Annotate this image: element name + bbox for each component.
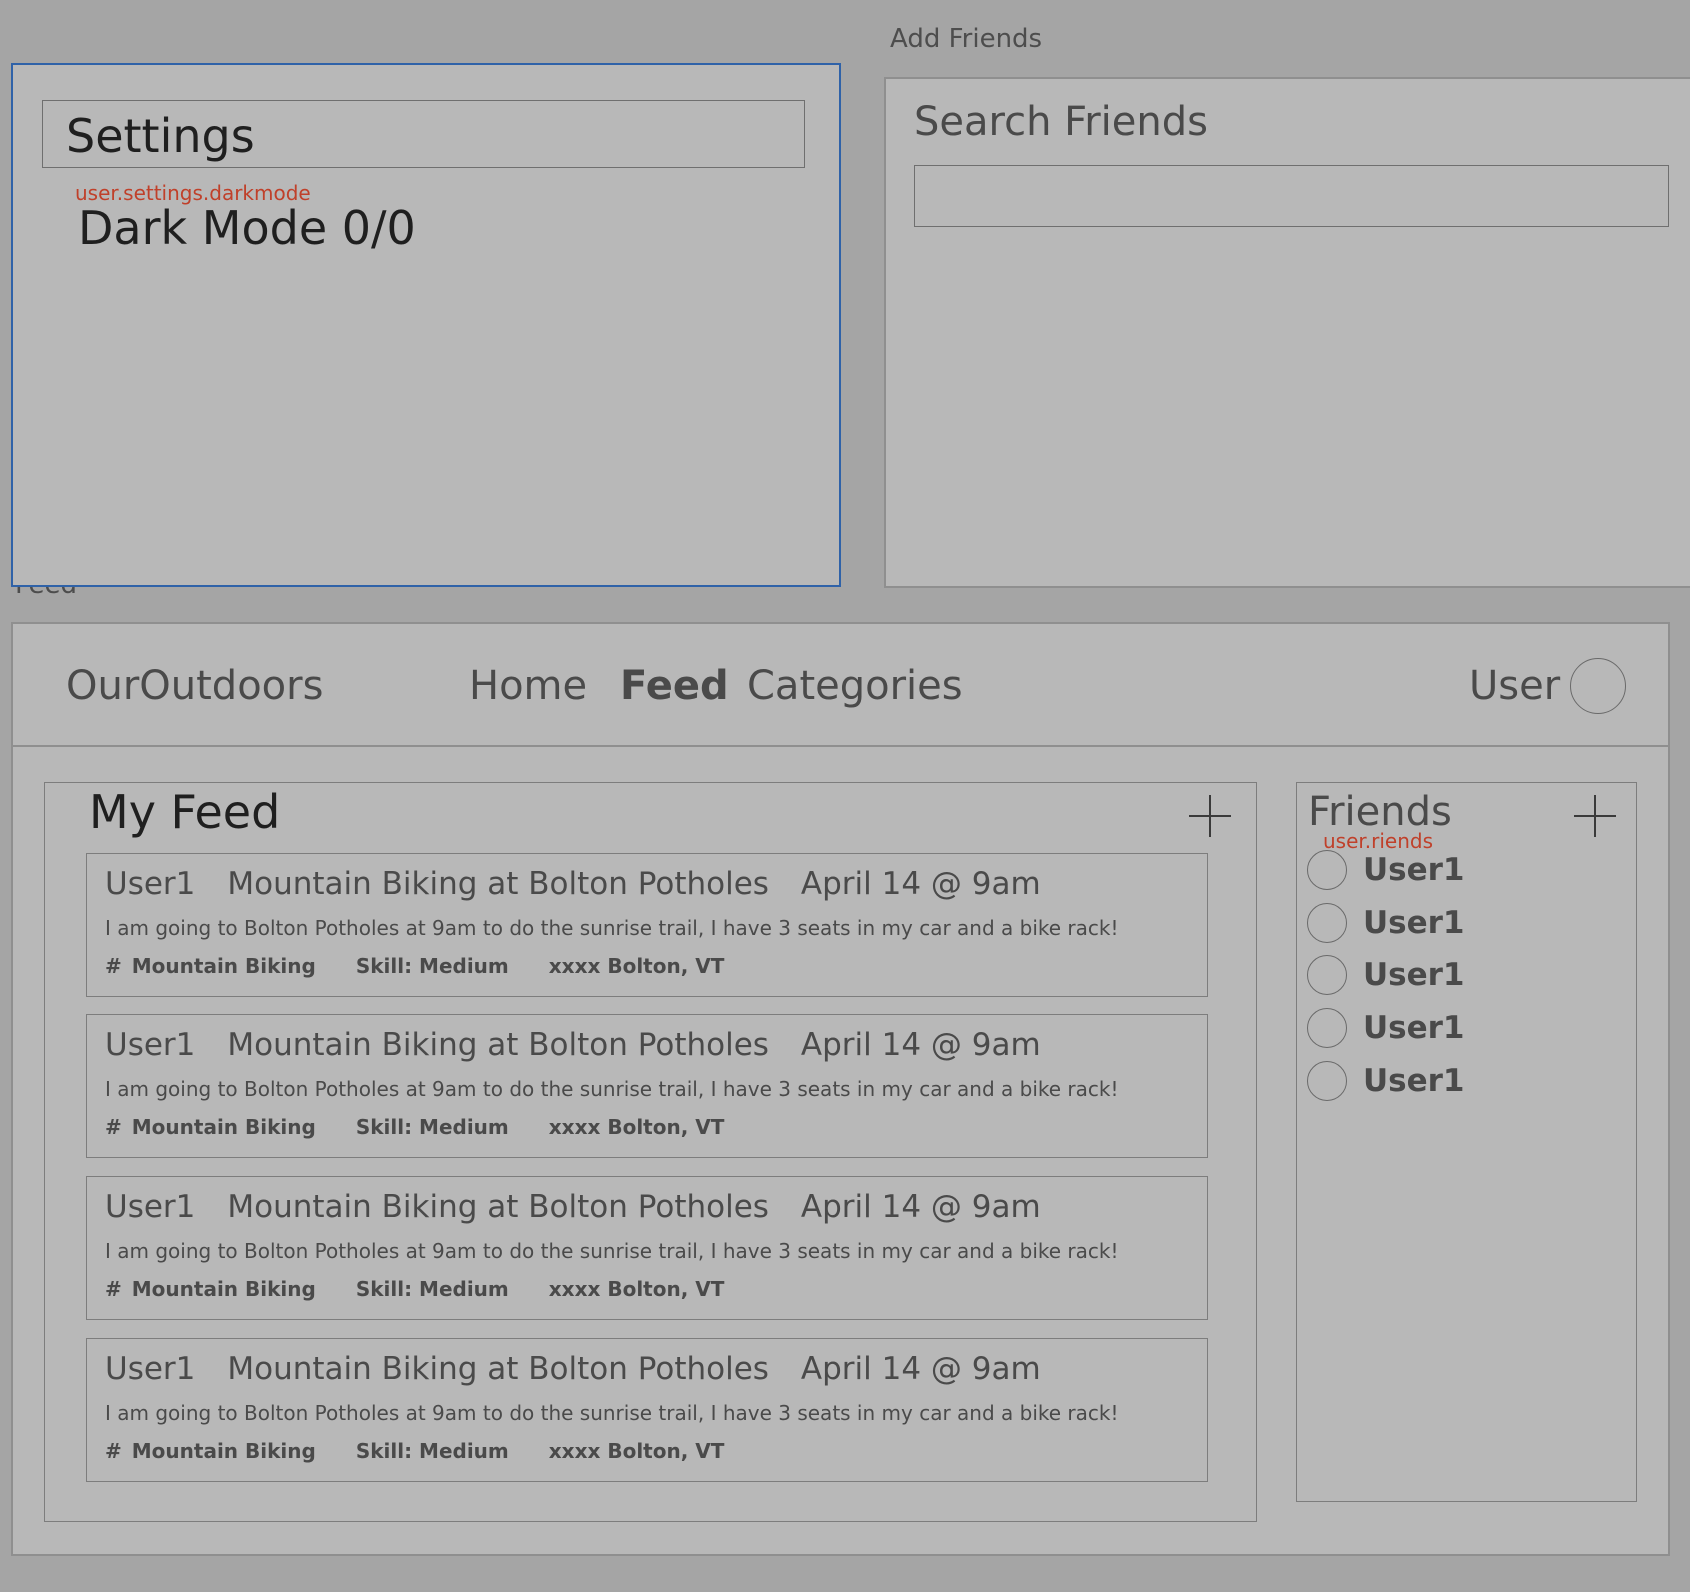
post-body: I am going to Bolton Potholes at 9am to … (105, 1239, 1119, 1263)
hash-icon: # (105, 1115, 122, 1139)
post-location: xxxx Bolton, VT (548, 954, 725, 978)
navbar: OurOutdoors Home Feed Categories User (13, 624, 1668, 747)
post-category-tag[interactable]: Mountain Biking (132, 954, 316, 978)
hash-icon: # (105, 954, 122, 978)
friend-avatar-icon (1307, 1061, 1347, 1101)
post-category-tag[interactable]: Mountain Biking (132, 1439, 316, 1463)
nav-link-home[interactable]: Home (469, 663, 587, 709)
post-date: April 14 @ 9am (800, 1189, 1041, 1225)
friend-avatar-icon (1307, 850, 1347, 890)
post-date: April 14 @ 9am (800, 866, 1041, 902)
friend-name[interactable]: User1 (1363, 1010, 1465, 1046)
post-location: xxxx Bolton, VT (548, 1115, 725, 1139)
post-user[interactable]: User1 (105, 866, 195, 902)
friend-avatar-icon (1307, 955, 1347, 995)
post-title[interactable]: Mountain Biking at Bolton Potholes (227, 1027, 769, 1063)
search-friends-input[interactable] (914, 165, 1669, 227)
feed-post[interactable]: User1 Mountain Biking at Bolton Potholes A… (86, 853, 1208, 997)
nav-link-categories[interactable]: Categories (747, 663, 963, 709)
nav-link-feed[interactable]: Feed (620, 663, 729, 709)
post-title[interactable]: Mountain Biking at Bolton Potholes (227, 866, 769, 902)
add-friends-panel: Search Friends (884, 77, 1690, 588)
brand-logo[interactable]: OurOutdoors (66, 663, 323, 709)
post-category-tag[interactable]: Mountain Biking (132, 1115, 316, 1139)
settings-header: Settings (42, 100, 805, 168)
post-title[interactable]: Mountain Biking at Bolton Potholes (227, 1351, 769, 1387)
hash-icon: # (105, 1439, 122, 1463)
post-skill: Skill: Medium (355, 1439, 509, 1463)
user-menu-label[interactable]: User (1469, 663, 1560, 709)
post-skill: Skill: Medium (355, 1277, 509, 1301)
add-post-plus-icon[interactable] (1189, 795, 1231, 837)
feed-post[interactable]: User1 Mountain Biking at Bolton Potholes A… (86, 1176, 1208, 1320)
post-category-tag[interactable]: Mountain Biking (132, 1277, 316, 1301)
search-friends-title: Search Friends (914, 99, 1208, 145)
post-skill: Skill: Medium (355, 1115, 509, 1139)
post-title[interactable]: Mountain Biking at Bolton Potholes (227, 1189, 769, 1225)
dark-mode-toggle[interactable]: Dark Mode 0/0 (78, 201, 416, 255)
post-user[interactable]: User1 (105, 1189, 195, 1225)
add-friends-frame-label: Add Friends (890, 24, 1043, 54)
post-skill: Skill: Medium (355, 954, 509, 978)
settings-panel[interactable]: Settings user.settings.darkmode Dark Mod… (11, 63, 841, 587)
friends-annotation: user.riends (1323, 829, 1434, 853)
add-friend-plus-icon[interactable] (1574, 795, 1616, 837)
post-date: April 14 @ 9am (800, 1027, 1041, 1063)
friend-avatar-icon (1307, 903, 1347, 943)
settings-title: Settings (66, 109, 255, 163)
post-location: xxxx Bolton, VT (548, 1277, 725, 1301)
my-feed-title: My Feed (89, 785, 281, 839)
friend-name[interactable]: User1 (1363, 1063, 1465, 1099)
feed-post[interactable]: User1 Mountain Biking at Bolton Potholes A… (86, 1338, 1208, 1482)
post-user[interactable]: User1 (105, 1027, 195, 1063)
user-avatar[interactable] (1570, 658, 1626, 714)
post-body: I am going to Bolton Potholes at 9am to … (105, 1077, 1119, 1101)
friend-name[interactable]: User1 (1363, 852, 1465, 888)
friends-panel: Friends user.riends (1296, 782, 1637, 1502)
post-date: April 14 @ 9am (800, 1351, 1041, 1387)
friend-name[interactable]: User1 (1363, 905, 1465, 941)
post-body: I am going to Bolton Potholes at 9am to … (105, 1401, 1119, 1425)
post-body: I am going to Bolton Potholes at 9am to … (105, 916, 1119, 940)
friend-avatar-icon (1307, 1008, 1347, 1048)
hash-icon: # (105, 1277, 122, 1301)
feed-post[interactable]: User1 Mountain Biking at Bolton Potholes A… (86, 1014, 1208, 1158)
post-location: xxxx Bolton, VT (548, 1439, 725, 1463)
post-user[interactable]: User1 (105, 1351, 195, 1387)
friend-name[interactable]: User1 (1363, 957, 1465, 993)
